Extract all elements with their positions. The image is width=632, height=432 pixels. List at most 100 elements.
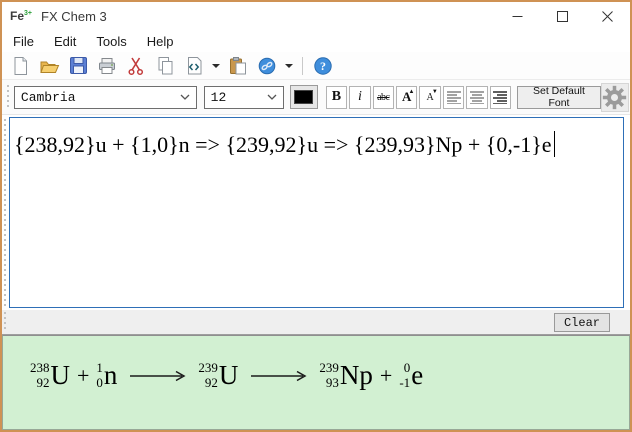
atomic-number: 92	[205, 376, 218, 391]
paste-icon	[228, 56, 248, 76]
panel-gripper[interactable]	[3, 312, 7, 332]
format-toolbar: Cambria 12 B i abc A ▲ A ▼	[2, 80, 630, 115]
atomic-number: 0	[96, 376, 103, 391]
preview-pane: 23892 U + 10 n 23992 U 23993	[2, 335, 630, 430]
chevron-down-icon	[180, 94, 190, 100]
menu-item-file[interactable]: File	[3, 32, 44, 51]
menu-item-edit[interactable]: Edit	[44, 32, 86, 51]
menu-item-help[interactable]: Help	[137, 32, 184, 51]
font-color-button[interactable]	[290, 85, 318, 109]
triangle-down-icon: ▼	[432, 89, 438, 95]
align-right-icon	[493, 91, 507, 104]
help-icon: ?	[313, 56, 333, 76]
text-cursor	[554, 131, 556, 157]
subscript-button[interactable]: A ▼	[419, 86, 440, 109]
align-right-button[interactable]	[490, 86, 511, 109]
atomic-number: 92	[37, 376, 50, 391]
new-button[interactable]	[8, 54, 32, 78]
element-symbol: e	[411, 362, 423, 389]
superscript-button[interactable]: A ▲	[396, 86, 417, 109]
equation-input-text: {238,92}u + {1,0}n => {239,92}u => {239,…	[14, 132, 552, 157]
isotope-term: 23992 U	[198, 361, 238, 391]
atomic-number: -1	[399, 376, 410, 391]
reaction-arrow-icon	[129, 370, 186, 382]
font-family-select[interactable]: Cambria	[14, 86, 197, 109]
isotope-term: 0-1 e	[399, 361, 423, 391]
align-left-button[interactable]	[443, 86, 464, 109]
copy-markup-dropdown-icon[interactable]	[212, 64, 220, 68]
font-family-value: Cambria	[21, 90, 76, 105]
menubar: File Edit Tools Help	[2, 30, 630, 52]
app-window: Fe3+ FX Chem 3 File Edit Tools Help	[0, 0, 632, 432]
align-center-button[interactable]	[466, 86, 487, 109]
font-size-select[interactable]: 12	[204, 86, 284, 109]
isotope-term: 23892 U	[30, 361, 70, 391]
font-size-value: 12	[211, 90, 227, 105]
link-dropdown-icon[interactable]	[285, 64, 293, 68]
equation-input[interactable]: {238,92}u + {1,0}n => {239,92}u => {239,…	[9, 117, 624, 308]
mass-number: 239	[319, 361, 339, 376]
element-symbol: Np	[340, 362, 373, 389]
clear-button[interactable]: Clear	[554, 313, 610, 332]
bold-button[interactable]: B	[326, 86, 347, 109]
main-toolbar: ?	[2, 52, 630, 80]
close-icon	[602, 11, 613, 22]
italic-button[interactable]: i	[349, 86, 370, 109]
cut-button[interactable]	[124, 54, 148, 78]
cut-icon	[127, 56, 145, 76]
copy-markup-button[interactable]	[182, 54, 206, 78]
svg-text:?: ?	[320, 59, 326, 73]
mass-number: 238	[30, 361, 50, 376]
editor-region: {238,92}u + {1,0}n => {239,92}u => {239,…	[2, 115, 630, 310]
plus-operator: +	[380, 365, 392, 387]
atomic-number: 93	[326, 376, 339, 391]
triangle-up-icon: ▲	[408, 89, 414, 95]
font-color-swatch	[294, 90, 313, 104]
window-controls	[495, 2, 630, 30]
open-folder-icon	[39, 56, 60, 76]
align-left-icon	[447, 91, 461, 104]
new-document-icon	[11, 56, 30, 76]
clear-strip: Clear	[2, 310, 630, 335]
maximize-button[interactable]	[540, 2, 585, 30]
chevron-down-icon	[267, 94, 277, 100]
plus-operator: +	[77, 365, 89, 387]
minimize-icon	[512, 11, 523, 22]
save-icon	[69, 56, 88, 75]
mass-number: 0	[404, 361, 411, 376]
toolbar-separator	[302, 57, 303, 75]
copy-markup-icon	[185, 56, 204, 76]
set-default-font-button[interactable]: Set Default Font	[517, 86, 601, 109]
mass-number: 239	[198, 361, 218, 376]
print-icon	[97, 56, 117, 76]
print-button[interactable]	[95, 54, 119, 78]
settings-button[interactable]	[601, 83, 629, 112]
web-link-icon	[257, 56, 277, 76]
gear-icon	[602, 85, 627, 110]
titlebar: Fe3+ FX Chem 3	[2, 2, 630, 30]
element-symbol: U	[51, 362, 71, 389]
mass-number: 1	[96, 361, 103, 376]
open-button[interactable]	[37, 54, 61, 78]
paste-button[interactable]	[226, 54, 250, 78]
maximize-icon	[557, 11, 568, 22]
align-center-icon	[470, 91, 484, 104]
close-button[interactable]	[585, 2, 630, 30]
strikethrough-button[interactable]: abc	[373, 86, 394, 109]
menu-item-tools[interactable]: Tools	[86, 32, 136, 51]
toolbar-gripper[interactable]	[6, 85, 10, 109]
minimize-button[interactable]	[495, 2, 540, 30]
help-button[interactable]: ?	[311, 54, 335, 78]
link-button[interactable]	[255, 54, 279, 78]
window-title: FX Chem 3	[41, 9, 107, 24]
isotope-term: 10 n	[96, 361, 117, 391]
app-logo-icon: Fe3+	[10, 10, 32, 22]
isotope-term: 23993 Np	[319, 361, 373, 391]
element-symbol: U	[219, 362, 239, 389]
rendered-equation: 23892 U + 10 n 23992 U 23993	[30, 361, 423, 391]
save-button[interactable]	[66, 54, 90, 78]
reaction-arrow-icon	[250, 370, 307, 382]
copy-button[interactable]	[153, 54, 177, 78]
element-symbol: n	[104, 362, 118, 389]
panel-gripper[interactable]	[3, 119, 7, 306]
